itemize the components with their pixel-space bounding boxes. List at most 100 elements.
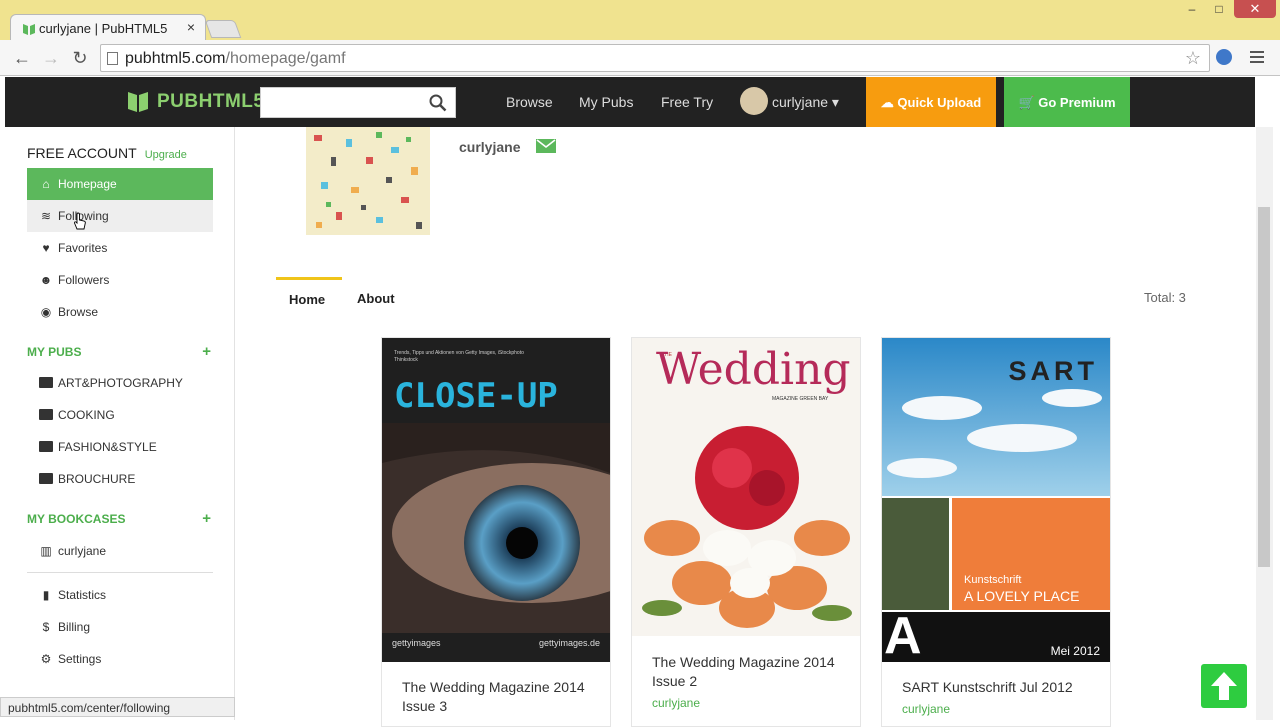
search-input[interactable] [260, 87, 456, 118]
address-bar[interactable]: pubhtml5.com/homepage/gamf ☆ [100, 44, 1210, 72]
pub-folder-brouchure[interactable]: BROUCHURE [27, 463, 213, 495]
cover-sub: MAGAZINE GREEN BAY [772, 396, 829, 402]
profile-username: curlyjane [459, 139, 521, 155]
search-icon[interactable] [429, 94, 447, 112]
sidebar-item-billing[interactable]: $ Billing [27, 611, 213, 643]
sidebar-item-browse[interactable]: ◉ Browse [27, 296, 213, 328]
book-logo-icon [128, 92, 148, 112]
globe-extension-icon[interactable] [1216, 49, 1232, 65]
gear-icon: ⚙ [40, 652, 52, 666]
pub-folder-fashion-style[interactable]: FASHION&STYLE [27, 431, 213, 463]
forward-button[interactable]: → [40, 48, 62, 69]
cover-headline: SART [1008, 356, 1098, 386]
sidebar-item-favorites[interactable]: ♥ Favorites [27, 232, 213, 264]
publication-card[interactable]: THE Wedding MAGAZINE GREEN BAY The Weddi… [631, 337, 861, 727]
window-close-button[interactable]: ✕ [1234, 0, 1276, 18]
go-premium-button[interactable]: 🛒 Go Premium [1004, 77, 1130, 127]
sidebar-item-label: Homepage [58, 177, 117, 191]
mail-icon[interactable] [536, 139, 556, 153]
user-avatar[interactable] [740, 87, 768, 115]
logo-text: PUBHTML5 [157, 91, 265, 112]
nav-browse[interactable]: Browse [506, 94, 553, 110]
sidebar-item-label: Favorites [58, 241, 108, 255]
pubhtml5-favicon-icon [23, 24, 35, 35]
maximize-button[interactable]: □ [1207, 2, 1231, 16]
sidebar-item-statistics[interactable]: ▮ Statistics [27, 579, 213, 611]
publication-cover[interactable]: SART Kunstschrift A LOVELY PLACE A Mei 2… [882, 338, 1110, 662]
total-count: Total: 3 [1144, 290, 1186, 305]
publication-card[interactable]: SART Kunstschrift A LOVELY PLACE A Mei 2… [881, 337, 1111, 727]
nav-my-pubs[interactable]: My Pubs [579, 94, 633, 110]
publication-author[interactable]: curlyjane [652, 696, 700, 710]
tab-home[interactable]: Home [289, 292, 325, 307]
sidebar-item-label: Followers [58, 273, 110, 287]
my-bookcases-title: MY BOOKCASES [27, 512, 126, 526]
cover-letter: A [884, 607, 922, 662]
tab-about[interactable]: About [357, 291, 395, 306]
folder-icon [39, 409, 53, 420]
page-scrollbar[interactable] [1256, 127, 1273, 720]
account-type: FREE ACCOUNT Upgrade [27, 145, 187, 161]
browser-tab-title: curlyjane | PubHTML5 [39, 21, 168, 36]
sidebar: FREE ACCOUNT Upgrade ⌂ Homepage ≋ Following… [5, 127, 235, 720]
chevron-down-icon: ▾ [831, 94, 839, 110]
black-band: A Mei 2012 [882, 607, 1110, 662]
sidebar-item-settings[interactable]: ⚙ Settings [27, 643, 213, 675]
my-pubs-section: MY PUBS + [27, 343, 213, 360]
account-label: FREE ACCOUNT [27, 145, 137, 161]
profile-picture[interactable] [306, 127, 430, 235]
publication-cover[interactable]: THE Wedding MAGAZINE GREEN BAY [632, 338, 860, 636]
site-header: PUBHTML5 Browse My Pubs Free Try curlyja… [5, 77, 1255, 127]
sidebar-item-homepage[interactable]: ⌂ Homepage [27, 168, 213, 200]
browser-toolbar: ← → ↻ pubhtml5.com/homepage/gamf ☆ [0, 40, 1280, 76]
publication-cover[interactable]: Trends, Tipps und Aktionen von Getty Ima… [382, 338, 610, 662]
my-pubs-title: MY PUBS [27, 345, 82, 359]
new-tab-button[interactable] [204, 20, 242, 38]
user-menu[interactable]: curlyjane ▾ [772, 94, 839, 111]
reload-button[interactable]: ↻ [69, 48, 91, 69]
cover-kicker: Kunstschrift [964, 574, 1022, 586]
chrome-menu-icon[interactable] [1250, 51, 1264, 66]
back-to-top-button[interactable] [1201, 664, 1247, 708]
back-button[interactable]: ← [11, 48, 33, 69]
folder-icon [39, 441, 53, 452]
publication-title[interactable]: The Wedding Magazine 2014 Issue 3 [402, 678, 602, 716]
nav-free-try[interactable]: Free Try [661, 94, 713, 110]
pub-folder-label: ART&PHOTOGRAPHY [58, 376, 183, 390]
upgrade-link[interactable]: Upgrade [145, 149, 187, 161]
bookmark-star-icon[interactable]: ☆ [1185, 48, 1201, 69]
park-photo [882, 498, 949, 610]
tab-close-icon[interactable]: × [187, 19, 195, 35]
my-bookcases-section: MY BOOKCASES + [27, 510, 213, 527]
active-tab-underline [276, 277, 342, 280]
folder-icon [39, 473, 53, 484]
publication-title[interactable]: The Wedding Magazine 2014 Issue 2 [652, 653, 852, 691]
cover-place: A LOVELY PLACE [964, 588, 1080, 604]
browser-tab[interactable]: curlyjane | PubHTML5 × [10, 14, 206, 42]
hand-cursor-icon [74, 212, 86, 230]
pub-folder-cooking[interactable]: COOKING [27, 399, 213, 431]
add-pub-icon[interactable]: + [202, 343, 211, 360]
heart-icon: ♥ [42, 241, 50, 255]
eye-photo [382, 423, 610, 633]
quick-upload-button[interactable]: ☁ Quick Upload [866, 77, 996, 127]
page-icon [107, 52, 118, 65]
scrollbar-thumb[interactable] [1258, 207, 1270, 567]
bouquet-photo [642, 426, 852, 628]
cover-headline: CLOSE-UP [394, 376, 558, 416]
address-text: pubhtml5.com/homepage/gamf [125, 50, 346, 68]
publication-card[interactable]: Trends, Tipps und Aktionen von Getty Ima… [381, 337, 611, 727]
pub-folder-art-photography[interactable]: ART&PHOTOGRAPHY [27, 367, 213, 399]
arrow-up-icon [1211, 672, 1237, 700]
folder-icon [39, 377, 53, 388]
publication-title[interactable]: SART Kunstschrift Jul 2012 [902, 678, 1102, 697]
dollar-icon: $ [42, 620, 50, 634]
add-bookcase-icon[interactable]: + [202, 510, 211, 527]
minimize-button[interactable]: – [1180, 2, 1204, 16]
sidebar-item-following[interactable]: ≋ Following [27, 200, 213, 232]
publication-author[interactable]: curlyjane [902, 702, 950, 716]
url-domain: pubhtml5.com [125, 50, 226, 67]
sidebar-item-followers[interactable]: ☻ Followers [27, 264, 213, 296]
bookcase-item[interactable]: ▥ curlyjane [27, 535, 213, 567]
profile-main: curlyjane Home About Total: 3 Trends, Ti… [236, 127, 1255, 727]
